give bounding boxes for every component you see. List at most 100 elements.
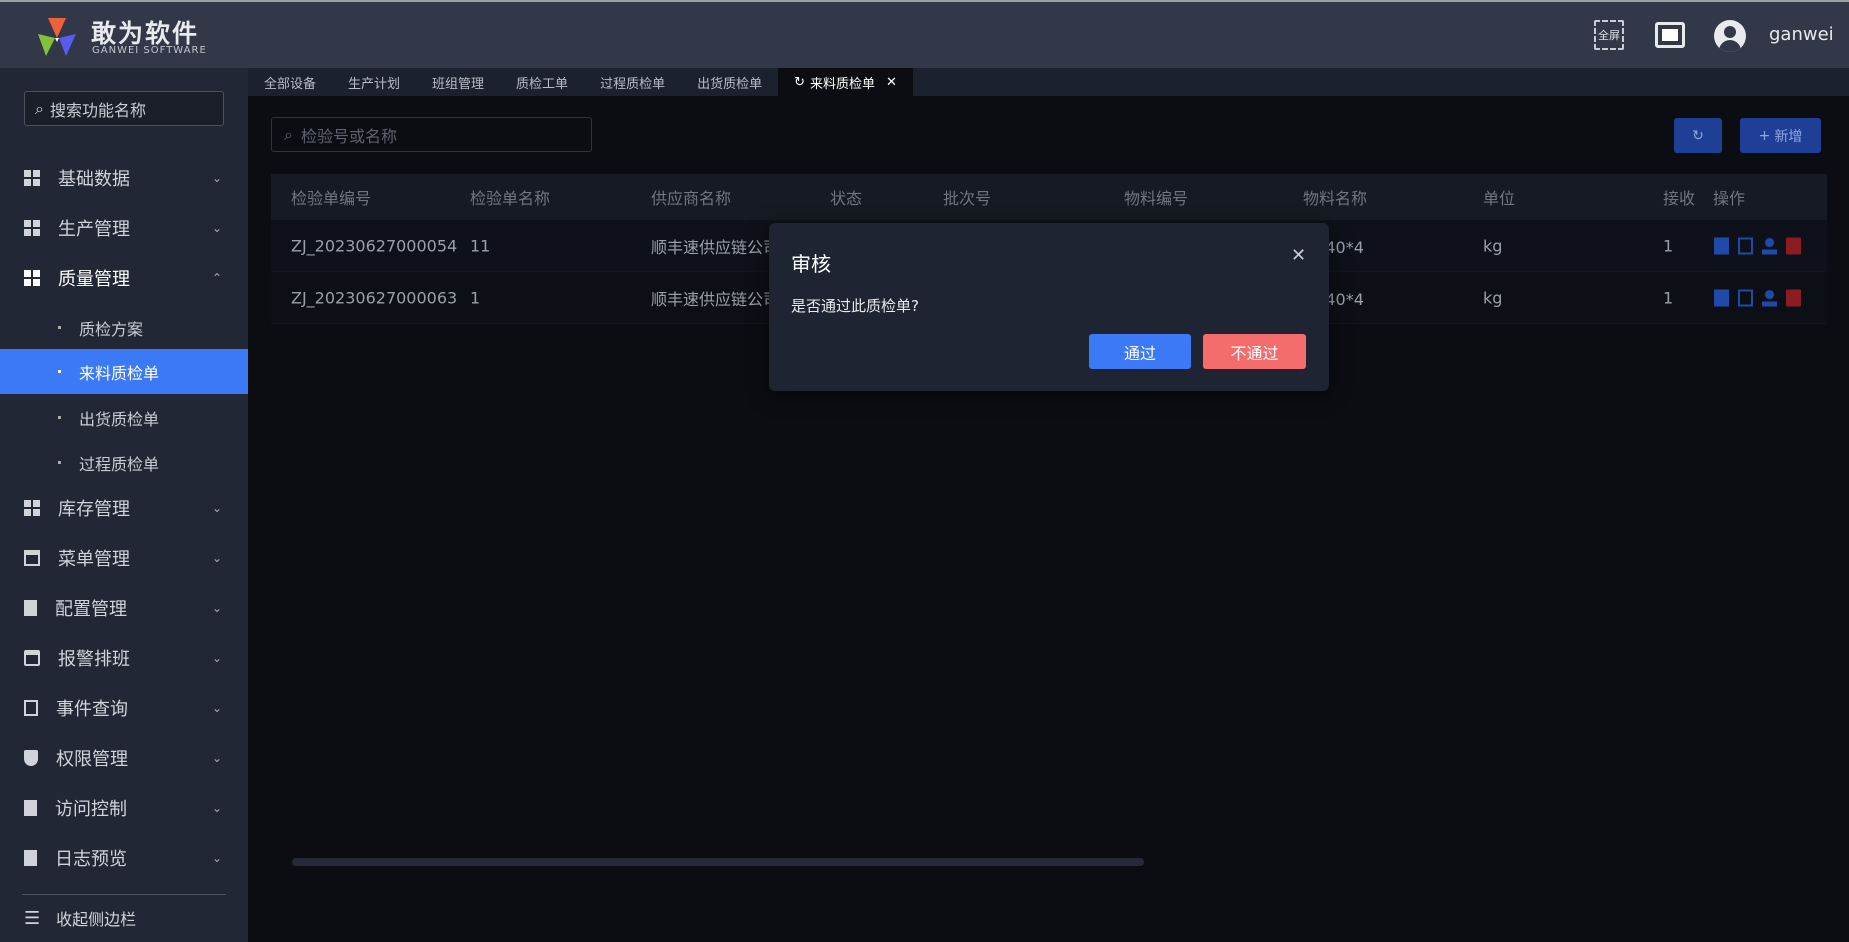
menu-permissions[interactable]: 权限管理 ⌄	[0, 735, 248, 781]
chevron-down-icon: ⌄	[211, 851, 222, 865]
bookmark-icon	[24, 600, 37, 616]
chevron-up-icon: ⌃	[211, 271, 222, 285]
column-header: 批次号	[943, 189, 992, 208]
calendar-icon	[24, 650, 40, 666]
menu-alarm-schedule[interactable]: 报警排班 ⌄	[0, 635, 248, 681]
menu-label: 菜单管理	[58, 549, 130, 570]
column-header: 单位	[1483, 189, 1516, 208]
view-report-icon[interactable]	[1714, 289, 1729, 306]
menu-access-control[interactable]: 访问控制 ⌄	[0, 785, 248, 831]
submenu-incoming-qc[interactable]: 来料质检单	[0, 349, 248, 394]
menu-config[interactable]: 配置管理 ⌄	[0, 585, 248, 631]
cell-unit: kg	[1483, 236, 1503, 255]
menu-menus[interactable]: 菜单管理 ⌄	[0, 535, 248, 581]
column-header: 检验单名称	[470, 189, 551, 208]
ganwei-logo	[36, 16, 78, 58]
add-label: 新增	[1774, 128, 1803, 145]
delete-icon[interactable]	[1786, 237, 1801, 254]
pass-button[interactable]: 通过	[1089, 334, 1191, 369]
submenu-label: 质检方案	[79, 319, 144, 339]
submenu-qc-plan[interactable]: 质检方案	[0, 305, 248, 350]
function-search-input[interactable]: ⌕ 搜索功能名称	[24, 91, 224, 126]
stamp-icon[interactable]	[1762, 237, 1777, 254]
avatar[interactable]	[1714, 20, 1746, 52]
document-icon	[24, 800, 37, 816]
menu-basic-data[interactable]: 基础数据 ⌄	[0, 155, 248, 201]
submenu-label: 出货质检单	[79, 409, 160, 429]
close-icon[interactable]: ✕	[886, 75, 897, 90]
collapse-label: 收起侧边栏	[56, 910, 137, 929]
tab-production-plan[interactable]: 生产计划	[332, 68, 416, 96]
tab-process-qc[interactable]: 过程质检单	[584, 68, 681, 96]
tab-incoming-qc[interactable]: ↻ 来料质检单 ✕	[778, 68, 913, 96]
grid-icon	[24, 220, 40, 236]
close-icon[interactable]: ✕	[1291, 245, 1306, 266]
chevron-down-icon: ⌄	[211, 651, 222, 665]
cell-supplier: 顺丰速供应链公司	[651, 289, 780, 309]
menu-log-preview[interactable]: 日志预览 ⌄	[0, 835, 248, 881]
column-header: 接收	[1663, 189, 1696, 208]
menu-inventory[interactable]: 库存管理 ⌄	[0, 485, 248, 531]
menu-production[interactable]: 生产管理 ⌄	[0, 205, 248, 251]
collapse-sidebar-button[interactable]: ☰ 收起侧边栏	[0, 895, 248, 941]
reject-button[interactable]: 不通过	[1203, 334, 1306, 369]
menu-label: 生产管理	[58, 219, 130, 240]
menu-quality[interactable]: 质量管理 ⌃	[0, 255, 248, 301]
tab-qc-workorder[interactable]: 质检工单	[500, 68, 584, 96]
search-placeholder: 检验号或名称	[300, 126, 397, 146]
chevron-down-icon: ⌄	[211, 601, 222, 615]
tab-team-management[interactable]: 班组管理	[416, 68, 500, 96]
menu-label: 质量管理	[58, 269, 130, 290]
fullscreen-text-button[interactable]: 全屏	[1594, 20, 1624, 50]
row-actions	[1714, 237, 1801, 254]
add-button[interactable]: + 新增	[1740, 118, 1821, 153]
layout-icon	[24, 550, 40, 566]
plus-icon: +	[1758, 127, 1771, 144]
tab-label: 来料质检单	[810, 76, 876, 92]
view-report-icon[interactable]	[1714, 237, 1729, 254]
fullscreen-icon[interactable]	[1655, 22, 1685, 48]
chevron-down-icon: ⌄	[211, 801, 222, 815]
edit-icon[interactable]	[1738, 289, 1753, 306]
tab-all-devices[interactable]: 全部设备	[248, 68, 332, 96]
table-header: 检验单编号 检验单名称 供应商名称 状态 批次号 物料编号 物料名称 单位 接收…	[271, 174, 1827, 220]
cell-received: 1	[1663, 288, 1674, 307]
chevron-down-icon: ⌄	[211, 501, 222, 515]
chevron-down-icon: ⌄	[211, 221, 222, 235]
tab-outgoing-qc[interactable]: 出货质检单	[681, 68, 778, 96]
submenu-process-qc[interactable]: 过程质检单	[0, 440, 248, 485]
menu-label: 配置管理	[55, 599, 127, 620]
delete-icon[interactable]	[1786, 289, 1801, 306]
cell-name: 11	[470, 236, 491, 255]
chevron-down-icon: ⌄	[211, 751, 222, 765]
inspection-search-input[interactable]: ⌕ 检验号或名称	[271, 117, 592, 152]
tab-label: 班组管理	[432, 76, 485, 92]
cell-code: ZJ_20230627000054	[291, 236, 458, 255]
column-header: 物料编号	[1124, 189, 1189, 208]
submenu-outgoing-qc[interactable]: 出货质检单	[0, 395, 248, 440]
shield-icon	[24, 750, 38, 766]
menu-event-query[interactable]: 事件查询 ⌄	[0, 685, 248, 731]
chevron-down-icon: ⌄	[211, 171, 222, 185]
submenu-label: 来料质检单	[79, 363, 160, 383]
menu-label: 事件查询	[56, 699, 128, 720]
cell-unit: kg	[1483, 288, 1503, 307]
username[interactable]: ganwei	[1769, 24, 1834, 45]
search-icon: ⌕	[35, 98, 44, 118]
menu-label: 日志预览	[55, 849, 127, 870]
stamp-icon[interactable]	[1762, 289, 1777, 306]
cell-supplier: 顺丰速供应链公司	[651, 237, 780, 257]
edit-icon[interactable]	[1738, 237, 1753, 254]
refresh-icon[interactable]: ↻	[794, 75, 805, 90]
refresh-button[interactable]: ↻	[1674, 118, 1722, 153]
refresh-icon: ↻	[1692, 127, 1704, 144]
sidebar: ⌕ 搜索功能名称 基础数据 ⌄ 生产管理 ⌄ 质量管理 ⌃ 质检方案 来料质检单 出货质…	[0, 68, 248, 942]
column-header: 供应商名称	[651, 189, 732, 208]
audit-dialog: 审核 ✕ 是否通过此质检单? 通过 不通过	[769, 223, 1329, 391]
horizontal-scrollbar[interactable]	[292, 858, 1144, 866]
grid-icon	[24, 170, 40, 186]
tab-label: 出货质检单	[697, 76, 763, 92]
column-header: 状态	[830, 189, 863, 208]
row-actions	[1714, 289, 1801, 306]
tab-label: 过程质检单	[600, 76, 666, 92]
